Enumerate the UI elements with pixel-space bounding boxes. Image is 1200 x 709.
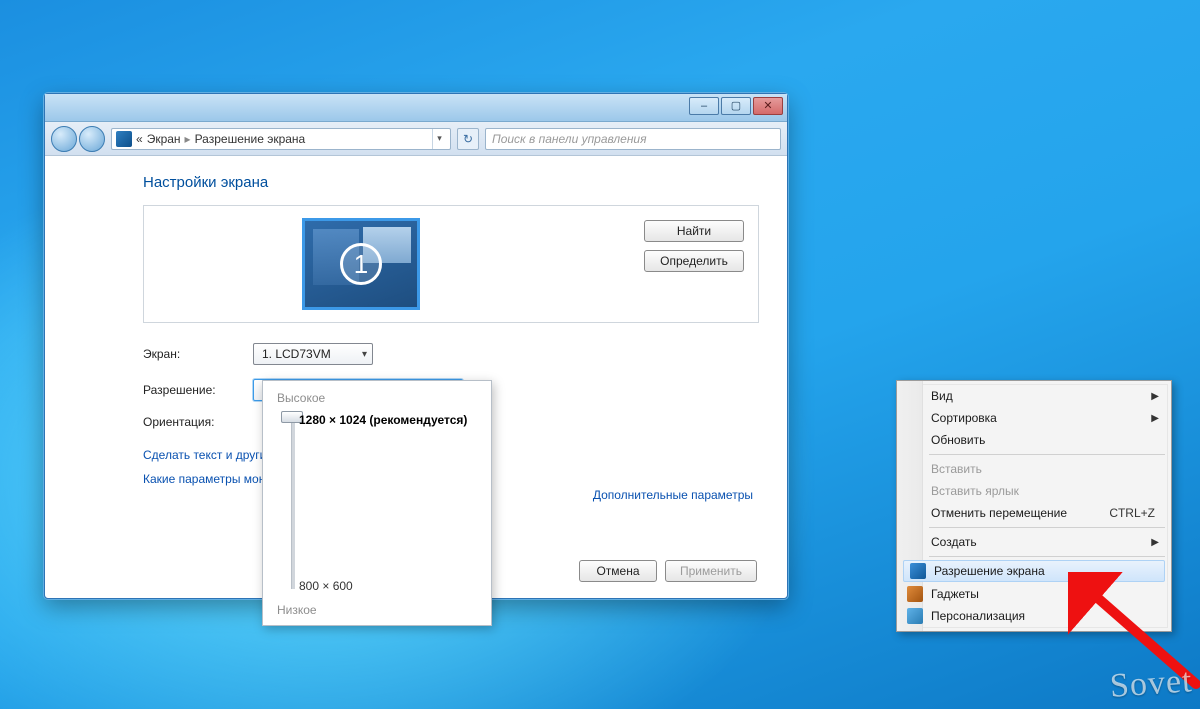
breadcrumb-page[interactable]: Разрешение экрана (195, 132, 306, 146)
find-button[interactable]: Найти (644, 220, 744, 242)
breadcrumb-dropdown[interactable]: ▾ (432, 129, 446, 149)
personalize-icon (907, 608, 923, 624)
gadgets-icon (907, 586, 923, 602)
ctx-sort[interactable]: Сортировка▶ (901, 407, 1167, 429)
screen-dropdown[interactable]: 1. LCD73VM (253, 343, 373, 365)
ctx-gadgets[interactable]: Гаджеты (901, 583, 1167, 605)
slider-track[interactable] (291, 415, 295, 589)
ctx-view[interactable]: Вид▶ (901, 385, 1167, 407)
back-button[interactable] (51, 126, 77, 152)
ctx-refresh[interactable]: Обновить (901, 429, 1167, 451)
identify-button[interactable]: Определить (644, 250, 744, 272)
monitor-icon (910, 563, 926, 579)
ctx-undo-shortcut: CTRL+Z (1109, 506, 1155, 520)
slider-high-label: Высокое (277, 391, 479, 405)
refresh-button[interactable]: ↻ (457, 128, 479, 150)
monitor-number: 1 (340, 243, 382, 285)
monitor-params-link[interactable]: Какие параметры мон (143, 467, 265, 491)
ctx-undo-move[interactable]: Отменить перемещение CTRL+Z (901, 502, 1167, 524)
breadcrumb[interactable]: « Экран ▸ Разрешение экрана ▾ (111, 128, 451, 150)
desktop-context-menu: Вид▶ Сортировка▶ Обновить Вставить Встав… (896, 380, 1172, 632)
ctx-paste: Вставить (901, 458, 1167, 480)
ctx-create[interactable]: Создать▶ (901, 531, 1167, 553)
search-input[interactable]: Поиск в панели управления (485, 128, 781, 150)
monitor-preview-area: 1 Найти Определить (143, 205, 759, 323)
page-title: Настройки экрана (143, 174, 759, 191)
apply-button[interactable]: Применить (665, 560, 757, 582)
ctx-screen-resolution[interactable]: Разрешение экрана (903, 560, 1165, 582)
minimize-button[interactable]: – (689, 97, 719, 115)
resolution-slider-popup: Высокое 1280 × 1024 (рекомендуется) 800 … (262, 380, 492, 626)
address-bar: « Экран ▸ Разрешение экрана ▾ ↻ Поиск в … (45, 122, 787, 156)
orientation-label: Ориентация: (143, 415, 253, 429)
cancel-button[interactable]: Отмена (579, 560, 657, 582)
watermark: Sovet (1108, 662, 1193, 706)
screen-label: Экран: (143, 347, 253, 361)
breadcrumb-root[interactable]: Экран (147, 132, 181, 146)
search-placeholder: Поиск в панели управления (492, 132, 647, 146)
forward-button[interactable] (79, 126, 105, 152)
close-button[interactable]: ✕ (753, 97, 783, 115)
control-panel-icon (116, 131, 132, 147)
resolution-label: Разрешение: (143, 383, 253, 397)
advanced-settings-link[interactable]: Дополнительные параметры (593, 488, 753, 502)
ctx-paste-shortcut: Вставить ярлык (901, 480, 1167, 502)
text-size-link[interactable]: Сделать текст и другие (143, 443, 273, 467)
monitor-preview[interactable]: 1 (302, 218, 420, 310)
titlebar[interactable]: – ▢ ✕ (45, 94, 787, 122)
slider-mark-recommended: 1280 × 1024 (рекомендуется) (299, 413, 467, 427)
slider-mark-low: 800 × 600 (299, 579, 353, 593)
slider-low-label: Низкое (277, 603, 317, 617)
maximize-button[interactable]: ▢ (721, 97, 751, 115)
ctx-personalize[interactable]: Персонализация (901, 605, 1167, 627)
